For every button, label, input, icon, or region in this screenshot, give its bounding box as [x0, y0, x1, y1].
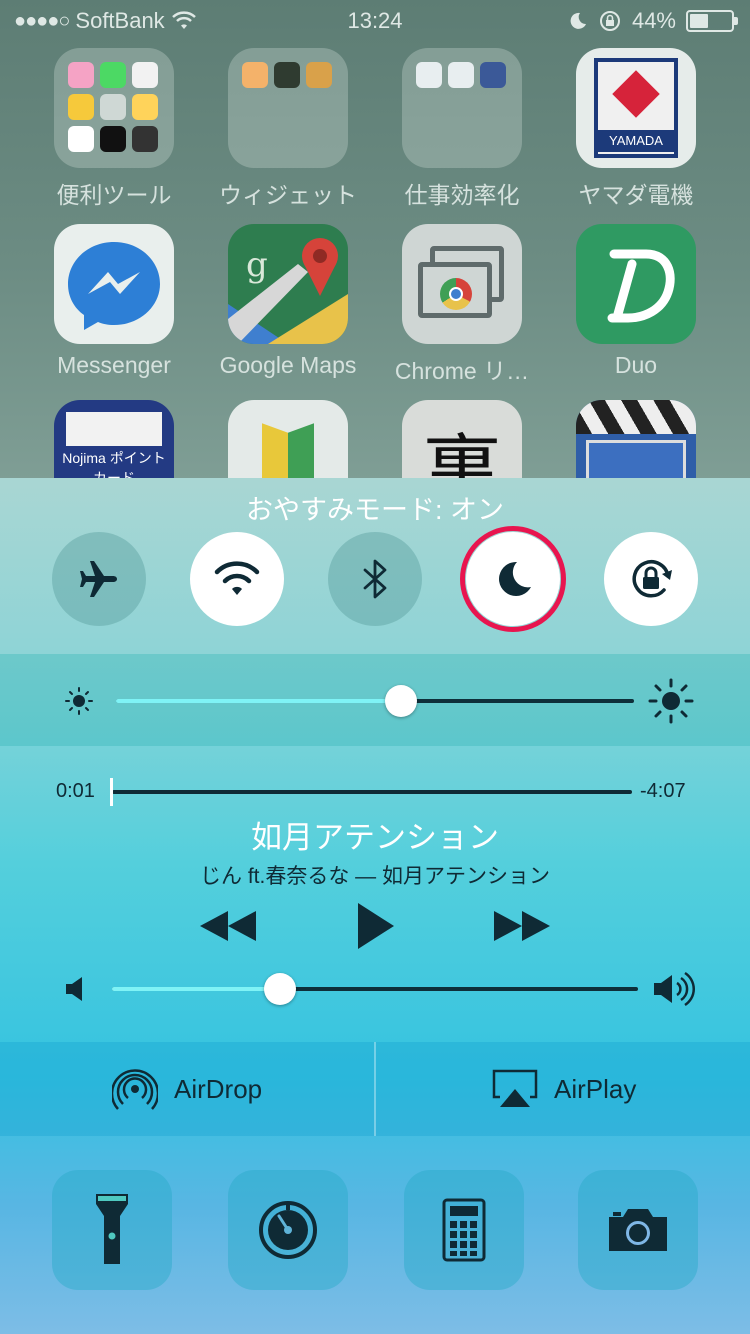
flashlight-icon [96, 1194, 128, 1264]
nojima-icon: Nojima ポイントカード [54, 400, 174, 480]
app-messenger[interactable]: Messenger [44, 224, 184, 379]
folder-productivity[interactable]: 仕事効率化 [392, 48, 532, 210]
airplane-icon [80, 561, 117, 597]
airdrop-label: AirDrop [174, 1073, 263, 1104]
app-duo[interactable]: Duo [566, 224, 706, 379]
app-label: Duo [614, 352, 658, 378]
timer-button[interactable] [228, 1170, 348, 1290]
play-button[interactable] [354, 900, 396, 957]
clapperboard-icon [576, 400, 696, 480]
rotation-lock-icon [632, 560, 672, 598]
camera-button[interactable] [578, 1170, 698, 1290]
beginner-mark-icon [228, 400, 348, 480]
bluetooth-toggle[interactable] [328, 532, 422, 626]
duo-icon [576, 224, 696, 344]
remaining-time: -4:07 [640, 780, 686, 802]
app-beginner[interactable] [218, 400, 358, 480]
app-label: ヤマダ電機 [578, 182, 694, 208]
app-label: ウィジェット [219, 182, 357, 208]
airplay-button[interactable]: AirPlay [492, 1042, 636, 1136]
app-nojima[interactable]: Nojima ポイントカード [44, 400, 184, 480]
calculator-icon [442, 1198, 486, 1262]
folder-utilities[interactable]: 便利ツール [44, 48, 184, 210]
brightness-slider-fill [116, 699, 401, 703]
previous-track-button[interactable] [198, 906, 258, 951]
app-chrome-remote[interactable]: Chrome リ… [392, 224, 532, 386]
app-google-maps[interactable]: g Google Maps [218, 224, 358, 379]
elapsed-time: 0:01 [56, 780, 95, 802]
app-yamada[interactable]: YAMADA ヤマダ電機 [566, 48, 706, 210]
volume-high-icon [654, 971, 695, 1007]
airdrop-airplay-row: AirDrop AirPlay [0, 1042, 750, 1136]
battery-icon [686, 10, 738, 32]
moon-status-icon [570, 12, 586, 29]
control-center: おやすみモード: オン 0:01 -4:07 如月アテンション じん ft.春奈… [0, 478, 750, 1334]
bluetooth-icon [363, 559, 387, 599]
song-artist-album: じん ft.春奈るな — 如月アテンション [199, 865, 550, 888]
yamada-logo-text: YAMADA [598, 130, 674, 152]
volume-slider[interactable] [112, 987, 638, 991]
moon-icon [499, 561, 531, 596]
rewind-icon [200, 911, 256, 941]
app-label: 仕事効率化 [404, 182, 520, 208]
wifi-toggle[interactable] [190, 532, 284, 626]
rotation-lock-toggle[interactable] [604, 532, 698, 626]
now-playing: 0:01 -4:07 如月アテンション じん ft.春奈るな — 如月アテンショ… [0, 748, 750, 1040]
calculator-button[interactable] [404, 1170, 524, 1290]
rotation-lock-status-icon [599, 11, 620, 31]
playback-scrubber[interactable] [112, 790, 632, 794]
nojima-logo-text: Nojima ポイントカード [62, 450, 166, 480]
google-maps-icon: g [228, 224, 348, 344]
messenger-icon [54, 224, 174, 344]
svg-text:g: g [246, 245, 268, 285]
camera-icon [609, 1209, 667, 1251]
battery-percent: 44% [631, 8, 676, 33]
airplay-icon [492, 1069, 538, 1107]
app-label: Chrome リ… [394, 358, 530, 384]
folder-icon [54, 48, 174, 168]
app-label: Google Maps [219, 352, 357, 378]
status-right: 44% [568, 8, 738, 34]
brightness-low-icon [65, 687, 93, 715]
playback-scrubber-head[interactable] [110, 778, 113, 806]
volume-slider-knob[interactable] [264, 973, 297, 1005]
brightness-row [0, 654, 750, 746]
airdrop-button[interactable]: AirDrop [112, 1042, 262, 1136]
play-icon [358, 903, 394, 949]
app-label: Messenger [57, 352, 171, 378]
timer-icon [259, 1201, 317, 1259]
yamada-logo-icon: YAMADA [576, 48, 696, 168]
brightness-slider-knob[interactable] [384, 685, 417, 717]
dnd-status-text: おやすみモード: オン [245, 495, 504, 525]
folder-widgets[interactable]: ウィジェット [218, 48, 358, 210]
airplay-label: AirPlay [554, 1073, 637, 1104]
volume-slider-fill [112, 987, 281, 991]
home-screen: ●●●●○ SoftBank 13:24 44% 便利ツール ウィジェット 仕事… [0, 0, 750, 480]
airplane-mode-toggle[interactable] [52, 532, 146, 626]
next-track-button[interactable] [492, 906, 552, 951]
ura-logo-text: 裏 [422, 426, 502, 480]
do-not-disturb-toggle[interactable] [466, 532, 560, 626]
volume-low-icon [66, 977, 82, 1001]
brightness-high-icon [648, 678, 694, 724]
song-title: 如月アテンション [251, 820, 499, 855]
app-ura[interactable]: 裏 [392, 400, 532, 480]
ura-icon: 裏 [402, 400, 522, 480]
fast-forward-icon [494, 911, 550, 941]
brightness-slider[interactable] [116, 699, 634, 703]
chrome-remote-icon [402, 224, 522, 344]
folder-icon [402, 48, 522, 168]
air-row-divider [374, 1042, 376, 1136]
wifi-icon [214, 561, 260, 595]
status-bar: ●●●●○ SoftBank 13:24 44% [0, 0, 750, 40]
airdrop-icon [112, 1069, 158, 1110]
app-label: 便利ツール [56, 182, 172, 208]
flashlight-button[interactable] [52, 1170, 172, 1290]
folder-icon [228, 48, 348, 168]
app-video[interactable] [566, 400, 706, 480]
